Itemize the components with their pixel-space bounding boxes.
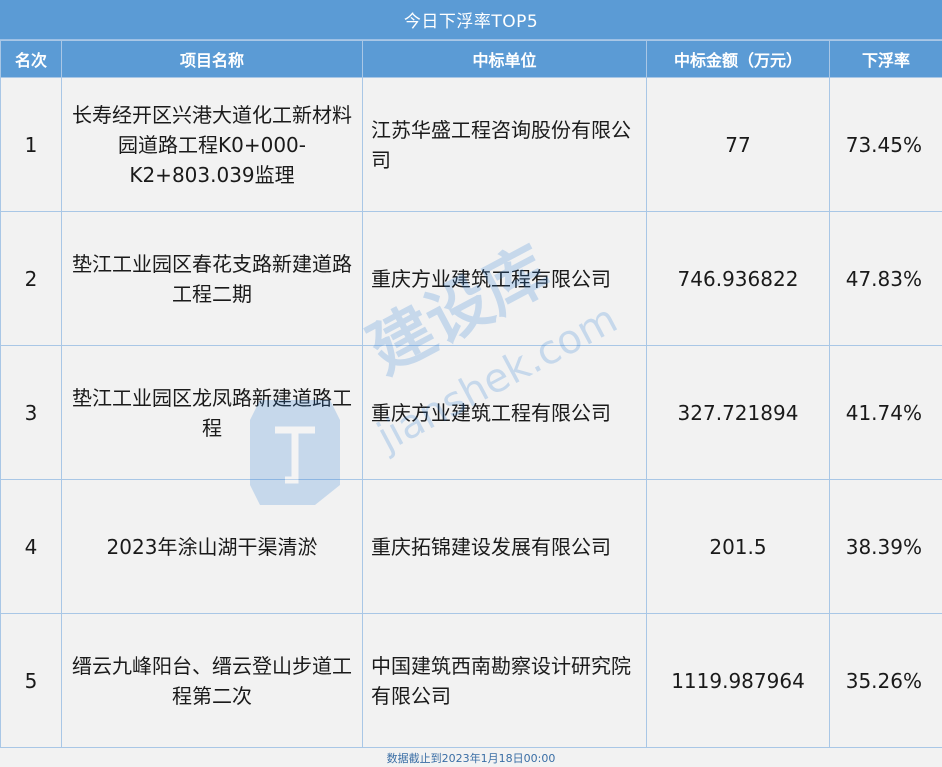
winner-cell: 江苏华盛工程咨询股份有限公司 [362, 77, 647, 212]
project-name-cell: 垫江工业园区春花支路新建道路工程二期 [61, 211, 363, 346]
winner-cell: 重庆方业建筑工程有限公司 [362, 345, 647, 480]
rank-cell: 1 [0, 77, 62, 212]
rate-cell: 41.74% [829, 345, 942, 480]
project-name-cell: 2023年涂山湖干渠清淤 [61, 479, 363, 614]
amount-cell: 1119.987964 [646, 613, 830, 748]
table-row: 5 缙云九峰阳台、缙云登山步道工程第二次 中国建筑西南勘察设计研究院有限公司 1… [0, 613, 942, 748]
winner-cell: 重庆方业建筑工程有限公司 [362, 211, 647, 346]
amount-cell: 201.5 [646, 479, 830, 614]
rate-cell: 73.45% [829, 77, 942, 212]
table-row: 2 垫江工业园区春花支路新建道路工程二期 重庆方业建筑工程有限公司 746.93… [0, 211, 942, 346]
project-name-cell: 缙云九峰阳台、缙云登山步道工程第二次 [61, 613, 363, 748]
rate-cell: 47.83% [829, 211, 942, 346]
ranking-table: 名次 项目名称 中标单位 中标金额（万元） 下浮率 1 长寿经开区兴港大道化工新… [0, 40, 942, 748]
rank-cell: 3 [0, 345, 62, 480]
rank-cell: 5 [0, 613, 62, 748]
header-rank: 名次 [0, 40, 62, 78]
amount-cell: 746.936822 [646, 211, 830, 346]
project-name-cell: 垫江工业园区龙凤路新建道路工程 [61, 345, 363, 480]
amount-cell: 77 [646, 77, 830, 212]
header-project: 项目名称 [61, 40, 363, 78]
ranking-card: 今日下浮率TOP5 名次 项目名称 中标单位 中标金额（万元） 下浮率 1 长寿… [0, 0, 942, 767]
project-name-cell: 长寿经开区兴港大道化工新材料园道路工程K0+000-K2+803.039监理 [61, 77, 363, 212]
table-row: 1 长寿经开区兴港大道化工新材料园道路工程K0+000-K2+803.039监理… [0, 77, 942, 212]
header-winner: 中标单位 [362, 40, 647, 78]
amount-cell: 327.721894 [646, 345, 830, 480]
winner-cell: 重庆拓锦建设发展有限公司 [362, 479, 647, 614]
rate-cell: 38.39% [829, 479, 942, 614]
winner-cell: 中国建筑西南勘察设计研究院有限公司 [362, 613, 647, 748]
table-row: 3 垫江工业园区龙凤路新建道路工程 重庆方业建筑工程有限公司 327.72189… [0, 345, 942, 480]
rank-cell: 4 [0, 479, 62, 614]
rate-cell: 35.26% [829, 613, 942, 748]
rank-cell: 2 [0, 211, 62, 346]
table-header-row: 名次 项目名称 中标单位 中标金额（万元） 下浮率 [0, 40, 942, 78]
table-title: 今日下浮率TOP5 [0, 0, 942, 40]
header-amount: 中标金额（万元） [646, 40, 830, 78]
data-cutoff-note: 数据截止到2023年1月18日00:00 [0, 747, 942, 767]
table-row: 4 2023年涂山湖干渠清淤 重庆拓锦建设发展有限公司 201.5 38.39% [0, 479, 942, 614]
header-rate: 下浮率 [829, 40, 942, 78]
